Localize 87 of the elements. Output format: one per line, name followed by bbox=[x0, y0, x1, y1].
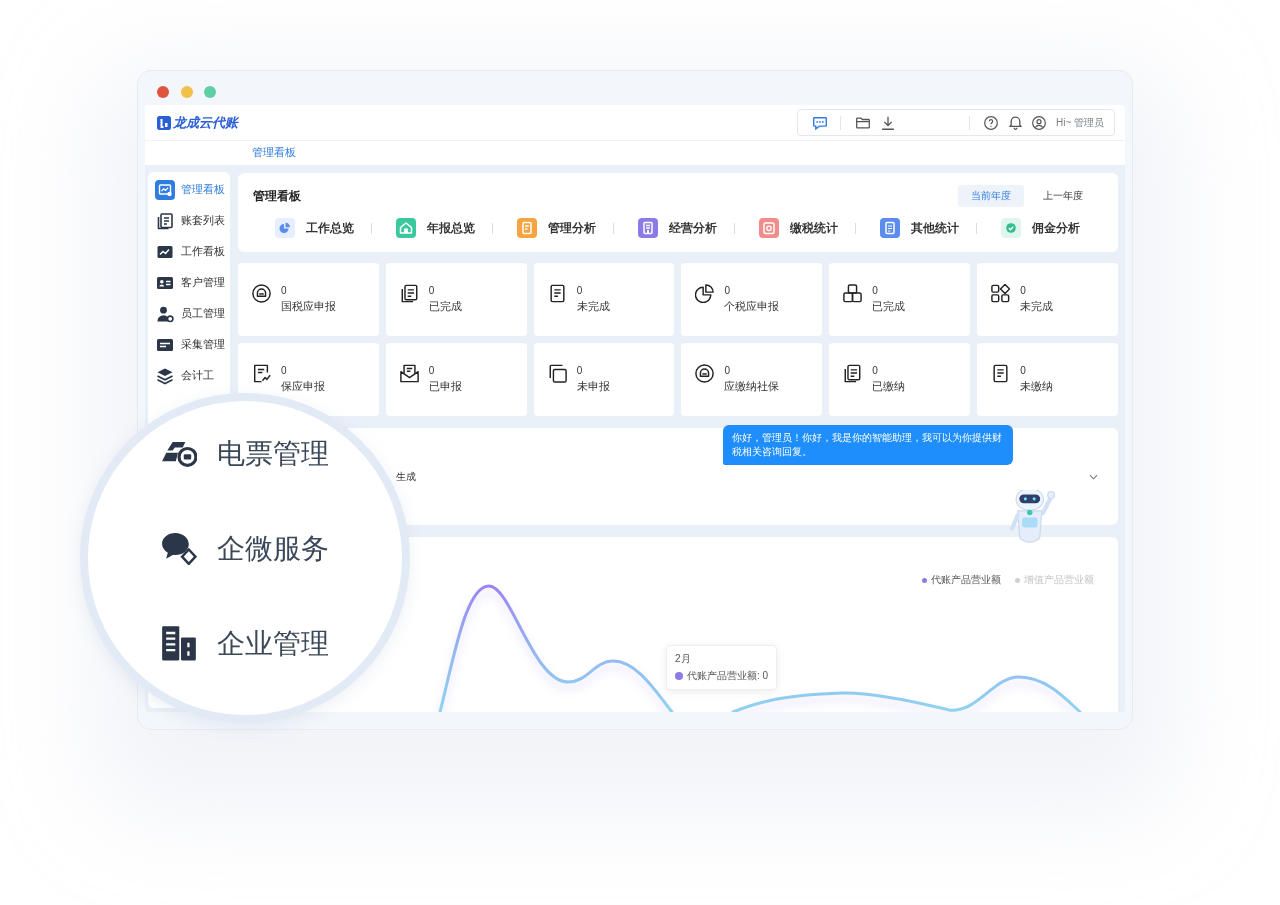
stat-value: 0 bbox=[724, 284, 731, 298]
sidebar-item[interactable]: 工作看板 bbox=[148, 236, 230, 267]
tooltip-title: 2月 bbox=[675, 652, 692, 666]
series-dot-icon bbox=[675, 672, 683, 680]
building-icon bbox=[638, 218, 658, 238]
house-icon bbox=[396, 218, 416, 238]
stat-label: 国税应申报 bbox=[281, 299, 336, 314]
chat-icon[interactable] bbox=[813, 115, 827, 130]
document-icon bbox=[880, 218, 900, 238]
signed-document-icon bbox=[252, 364, 271, 383]
stat-value: 0 bbox=[1020, 284, 1026, 298]
user-icon[interactable] bbox=[1031, 115, 1046, 130]
seal-icon bbox=[252, 284, 271, 303]
stat-value: 0 bbox=[428, 284, 435, 298]
stat-value: 0 bbox=[724, 364, 731, 378]
shapes-icon bbox=[991, 284, 1011, 303]
building-icon bbox=[161, 625, 197, 662]
card-title: 管理看板 bbox=[253, 187, 301, 205]
dashboard-icon bbox=[155, 179, 175, 200]
stat-value: 0 bbox=[428, 364, 435, 378]
document-icon bbox=[547, 284, 567, 303]
pie-chart-icon bbox=[275, 218, 295, 238]
stat-label: 保应申报 bbox=[281, 379, 325, 394]
user-greeting[interactable]: Hi~ 管理员 bbox=[1055, 115, 1104, 130]
assistant-message: 你好，管理员！你好，我是你的智能助理，我可以为你提供财税相关咨询回复。 bbox=[723, 425, 1013, 465]
stat-label: 未完成 bbox=[576, 299, 610, 314]
folder-icon[interactable] bbox=[856, 115, 870, 130]
envelope-icon bbox=[399, 364, 419, 383]
sidebar-item[interactable]: 账套列表 bbox=[148, 205, 230, 236]
legend-dot-icon bbox=[1015, 577, 1020, 583]
copy-icon bbox=[547, 364, 567, 383]
help-icon[interactable] bbox=[983, 115, 998, 130]
pie-chart-icon bbox=[695, 284, 715, 303]
sidebar-item[interactable]: 客户管理 bbox=[148, 267, 230, 298]
sidebar-item[interactable]: 采集管理 bbox=[148, 329, 230, 360]
stat-label: 未缴纳 bbox=[1020, 379, 1054, 394]
stat-label: 应缴纳社保 bbox=[724, 379, 780, 394]
page-tab[interactable]: 管理看板 bbox=[252, 146, 296, 160]
year-option[interactable]: 当前年度 bbox=[958, 185, 1024, 207]
stat-label: 已完成 bbox=[872, 299, 906, 314]
download-icon[interactable] bbox=[881, 115, 895, 130]
stat-value: 0 bbox=[1020, 364, 1026, 378]
logo-icon bbox=[157, 115, 171, 130]
chat-bubble-icon bbox=[161, 531, 197, 566]
stat-label: 已缴纳 bbox=[872, 379, 906, 394]
chevron-down-icon[interactable] bbox=[1089, 473, 1098, 480]
sidebar-item[interactable]: 会计工 bbox=[148, 360, 230, 391]
tooltip-text: 代账产品营业额: 0 bbox=[687, 669, 769, 683]
section-link[interactable]: 经营分析 bbox=[638, 218, 734, 238]
stat-value: 0 bbox=[576, 364, 583, 378]
section-link[interactable]: 缴税统计 bbox=[759, 218, 855, 238]
section-link[interactable]: 年报总览 bbox=[396, 218, 492, 238]
stat-value: 0 bbox=[576, 284, 583, 298]
stat-value: 0 bbox=[872, 364, 878, 378]
sidebar-item[interactable]: 企微服务 bbox=[161, 501, 329, 596]
receipt-icon bbox=[759, 218, 779, 238]
sidebar-item[interactable]: 电票管理 bbox=[161, 406, 329, 501]
documents-icon bbox=[843, 364, 863, 383]
stat-label: 未完成 bbox=[1020, 299, 1054, 314]
stat-value: 0 bbox=[281, 364, 287, 378]
document-icon bbox=[517, 218, 537, 238]
logo-text: 龙成云代账 bbox=[173, 113, 238, 132]
sidebar-item[interactable]: 管理看板 bbox=[148, 174, 230, 205]
stat-label: 已完成 bbox=[428, 299, 462, 314]
section-link[interactable]: 管理分析 bbox=[517, 218, 613, 238]
close-window-icon[interactable] bbox=[157, 86, 169, 98]
book-list-icon bbox=[155, 210, 175, 231]
section-link[interactable]: 其他统计 bbox=[880, 218, 976, 238]
stat-label: 个税应申报 bbox=[724, 299, 780, 314]
stat-value: 0 bbox=[281, 284, 287, 298]
year-option[interactable]: 上一年度 bbox=[1030, 185, 1096, 207]
section-link[interactable]: 佣金分析 bbox=[1001, 218, 1097, 238]
document-icon bbox=[991, 364, 1011, 383]
legend-item[interactable]: 代账产品营业额 bbox=[922, 573, 1001, 587]
sidebar-item[interactable]: 企业管理 bbox=[161, 596, 329, 691]
boxes-icon bbox=[843, 284, 863, 303]
stat-label: 未申报 bbox=[576, 379, 610, 394]
bell-icon[interactable] bbox=[1008, 115, 1022, 130]
section-link[interactable]: 工作总览 bbox=[275, 218, 371, 238]
ticket-icon bbox=[161, 440, 197, 467]
documents-icon bbox=[399, 284, 419, 303]
legend-dot-icon bbox=[922, 577, 927, 583]
sidebar-item[interactable]: 员工管理 bbox=[148, 298, 230, 329]
seal-icon bbox=[695, 364, 715, 383]
summary-text: 生成 bbox=[396, 469, 416, 484]
stat-value: 0 bbox=[872, 284, 878, 298]
stat-label: 已申报 bbox=[428, 379, 462, 394]
